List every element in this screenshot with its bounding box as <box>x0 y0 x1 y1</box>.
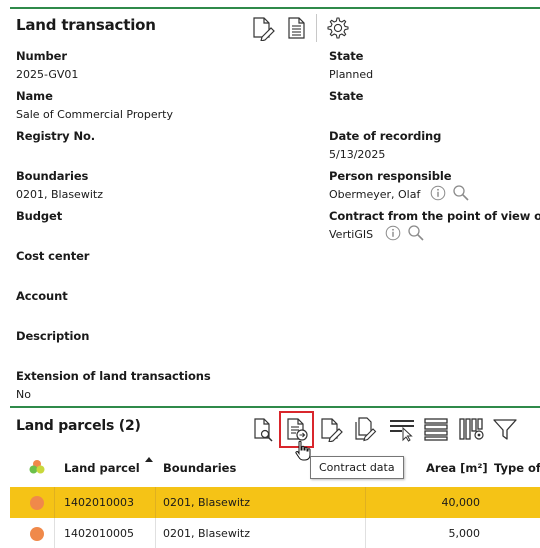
field-label-number: Number <box>16 49 67 63</box>
field-label-description: Description <box>16 329 90 343</box>
field-value-name: Sale of Commercial Property <box>16 108 173 121</box>
field-label-account: Account <box>16 289 68 303</box>
field-label-registry: Registry No. <box>16 129 96 143</box>
field-value-person-responsible: Obermeyer, Olaf <box>329 188 421 201</box>
copy-document-icon[interactable] <box>351 416 377 442</box>
info-icon[interactable] <box>430 185 446 201</box>
field-value-date-of-recording: 5/13/2025 <box>329 148 386 161</box>
cell-land-parcel: 1402010005 <box>64 527 134 540</box>
cell-boundaries: 0201, Blasewitz <box>163 496 250 509</box>
parcel-status-dot <box>30 527 44 541</box>
cell-divider <box>54 487 55 518</box>
page-title: Land transaction <box>16 16 156 34</box>
field-label-person-responsible: Person responsible <box>329 169 452 183</box>
cell-area: 5,000 <box>448 527 481 540</box>
field-label-extension: Extension of land transactions <box>16 369 211 383</box>
field-label-boundaries: Boundaries <box>16 169 89 183</box>
parcel-status-dot <box>30 496 44 510</box>
edit-document-icon[interactable] <box>250 15 276 41</box>
field-label-contract-view: Contract from the point of view of <box>329 209 540 223</box>
column-header-boundaries[interactable]: Boundaries <box>163 461 236 475</box>
cell-divider <box>155 518 156 548</box>
cell-divider <box>54 518 55 548</box>
cell-divider <box>365 518 366 548</box>
info-icon[interactable] <box>385 225 401 241</box>
field-label-state: State <box>329 49 364 63</box>
search-icon[interactable] <box>452 184 470 202</box>
field-label-date-of-recording: Date of recording <box>329 129 442 143</box>
filter-icon[interactable] <box>492 416 518 442</box>
edit-document-icon[interactable] <box>318 416 344 442</box>
cell-divider <box>155 487 156 518</box>
land-parcels-title: Land parcels (2) <box>16 418 141 434</box>
field-value-contract-view: VertiGIS <box>329 228 374 241</box>
field-value-boundaries: 0201, Blasewitz <box>16 188 103 201</box>
table-row[interactable]: 1402010005 0201, Blasewitz 5,000 <box>10 518 540 548</box>
select-list-icon[interactable] <box>388 416 416 442</box>
field-label-state-2: State <box>329 89 364 103</box>
column-header-type[interactable]: Type of <box>494 461 540 475</box>
field-label-cost-center: Cost center <box>16 249 90 263</box>
cell-boundaries: 0201, Blasewitz <box>163 527 250 540</box>
column-header-area[interactable]: Area [m²] <box>426 461 488 475</box>
parcel-type-legend-icon[interactable] <box>28 458 46 476</box>
column-header-land-parcel[interactable]: Land parcel <box>64 461 140 475</box>
field-label-budget: Budget <box>16 209 63 223</box>
table-row[interactable]: 1402010003 0201, Blasewitz 40,000 <box>10 487 540 518</box>
contract-data-tooltip: Contract data <box>310 456 404 479</box>
document-search-icon[interactable] <box>250 416 276 442</box>
cell-divider <box>365 487 366 518</box>
document-list-icon[interactable] <box>284 15 310 41</box>
field-label-name: Name <box>16 89 53 103</box>
column-settings-icon[interactable] <box>458 416 486 442</box>
header-divider <box>10 7 540 9</box>
field-value-number: 2025-GV01 <box>16 68 79 81</box>
search-icon[interactable] <box>407 224 425 242</box>
cell-land-parcel: 1402010003 <box>64 496 134 509</box>
gear-icon[interactable] <box>324 15 350 41</box>
cell-area: 40,000 <box>441 496 481 509</box>
list-icon[interactable] <box>423 416 449 442</box>
section-divider <box>10 406 540 408</box>
toolbar-divider <box>316 14 317 42</box>
field-value-state: Planned <box>329 68 374 81</box>
field-value-extension: No <box>16 388 31 401</box>
sort-ascending-icon[interactable] <box>144 455 154 463</box>
